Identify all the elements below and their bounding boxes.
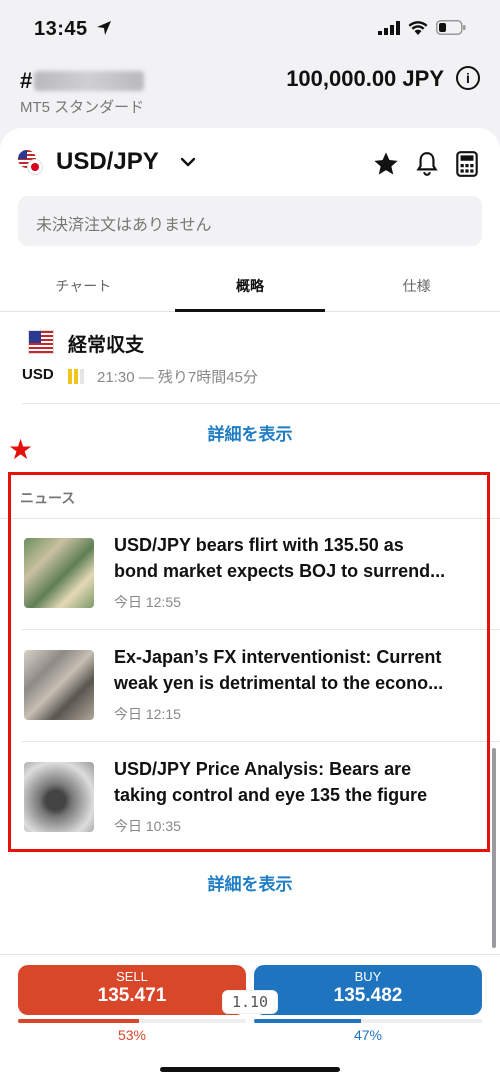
account-number: # [20,68,145,94]
news-title: Ex-Japan’s FX interventionist: Current w… [114,647,444,693]
location-arrow-icon [97,21,111,35]
buy-price: 135.482 [333,985,403,1006]
buy-label: BUY [354,969,382,984]
account-balance: 100,000.00 JPY [286,66,444,91]
news-item[interactable]: USD/JPY bears flirt with 135.50 as bond … [22,518,500,630]
buy-sentiment-bar [254,1019,482,1023]
tab-overview[interactable]: 概略 [167,266,334,312]
tab-chart[interactable]: チャート [0,266,167,311]
economic-event[interactable]: 経常収支 USD 21:30 — 残り7時間45分 [22,328,500,404]
event-currency: USD [22,366,54,383]
battery-icon [436,20,466,35]
trade-bar: SELL 135.471 BUY 135.482 1.10 53% 47% [0,954,500,1082]
signal-icon [378,20,400,35]
event-title: 経常収支 [68,335,145,356]
account-number-redacted [34,71,145,91]
wifi-icon [408,21,428,35]
news-item[interactable]: USD/JPY Price Analysis: Bears are taking… [22,742,500,854]
status-time: 13:45 [34,18,88,40]
calculator-icon[interactable] [454,150,480,178]
sell-button[interactable]: SELL 135.471 [18,965,246,1015]
news-title: USD/JPY bears flirt with 135.50 as bond … [114,535,446,581]
sell-percent: 53% [117,1027,147,1043]
sell-sentiment-bar [18,1019,246,1023]
news-header: ニュース [20,490,76,506]
annotation-star-icon: ★ [8,434,34,465]
event-time: 21:30 — 残り7時間45分 [97,369,258,386]
tab-bar: チャート 概略 仕様 [0,266,500,312]
bell-icon[interactable] [414,150,440,178]
account-header: # MT5 スタンダード 100,000.00 JPY i [0,56,500,126]
buy-button[interactable]: BUY 135.482 [254,965,482,1015]
news-item[interactable]: Ex-Japan’s FX interventionist: Current w… [22,630,500,742]
us-flag-icon [28,330,54,354]
info-icon[interactable]: i [456,66,480,90]
show-details-link-events[interactable]: 詳細を表示 [0,420,500,445]
scrollbar[interactable] [492,748,496,948]
impact-indicator [68,369,84,384]
spread-value: 1.10 [222,990,278,1014]
symbol-selector[interactable]: USD/JPY [56,148,159,176]
sell-label: SELL [116,969,148,984]
sell-price: 135.471 [97,985,167,1006]
news-time: 今日 10:35 [114,818,181,834]
news-thumbnail [24,762,94,832]
news-time: 今日 12:55 [114,594,181,610]
open-orders-box: 未決済注文はありません [18,196,482,246]
usd-jpy-flag-icon [18,150,44,176]
tab-specification[interactable]: 仕様 [333,266,500,311]
news-thumbnail [24,538,94,608]
news-title: USD/JPY Price Analysis: Bears are taking… [114,759,428,805]
account-type: MT5 スタンダード [20,99,145,116]
show-details-link-news[interactable]: 詳細を表示 [0,870,500,895]
account-number-prefix: # [20,68,33,93]
symbol-row: USD/JPY [18,146,482,182]
instrument-sheet: USD/JPY 未決済注文はありません チャート 概略 仕様 経常収支 USD … [0,128,500,954]
status-bar: 13:45 [0,0,500,56]
home-indicator[interactable] [160,1067,340,1072]
chevron-down-icon[interactable] [178,152,198,172]
news-time: 今日 12:15 [114,706,181,722]
star-favorite-icon[interactable] [372,150,400,178]
buy-percent: 47% [353,1027,383,1043]
news-thumbnail [24,650,94,720]
status-icons [378,20,466,35]
